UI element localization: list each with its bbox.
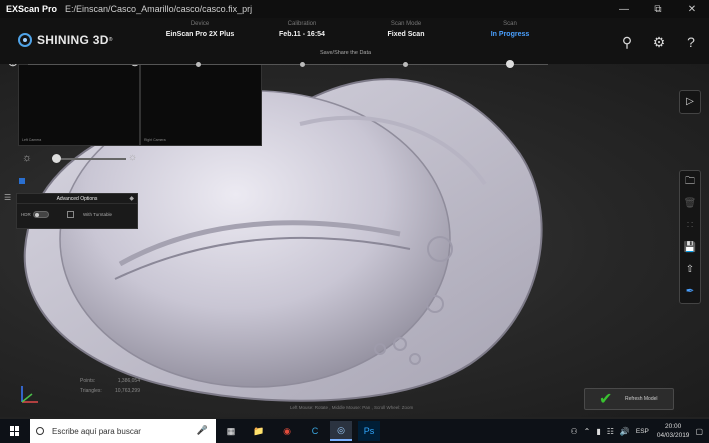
3d-viewport[interactable]: ⊕ Left Camera ⊕ Right Camera ☼ ☼ ☰ Advan… [0,64,709,417]
advanced-options-panel: Advanced Options ◆ HDR With Turntable [16,193,138,229]
mesh-stats: Points: 1,386,054 Triangles: 10,763,299 [80,378,140,398]
slider-track[interactable] [56,158,126,160]
status-value: EinScan Pro 2X Plus [165,31,235,38]
windows-logo-icon [10,426,20,436]
status-value: In Progress [490,31,530,38]
restore-icon[interactable]: ⧉ [641,0,675,18]
windows-taskbar: Escribe aquí para buscar 🎤 ▦ 📁 ◉ C ◎ Ps … [0,419,709,443]
hdr-label: HDR [21,212,31,217]
gear-icon[interactable]: ⚙ [649,34,669,51]
points-label: Points: [80,378,96,384]
scan-progress-strip: Save/Share the Data [0,50,709,74]
save-share-label: Save/Share the Data [320,50,372,56]
notifications-icon[interactable]: ▢ [695,427,703,436]
battery-icon[interactable]: ▮ [596,427,600,436]
minimize-icon[interactable]: — [607,0,641,18]
app-window: EXScan Pro E:/Einscan/Casco_Amarillo/cas… [0,0,709,443]
triangles-label: Triangles: [80,388,102,394]
refresh-model-label: Refresh Model [625,396,658,402]
search-placeholder: Escribe aquí para buscar [52,426,141,436]
play-icon[interactable]: ▷ [680,91,700,113]
network-icon[interactable]: ☷ [607,427,614,436]
status-label: Scan Mode [390,21,422,27]
chrome-icon[interactable]: ◉ [276,421,298,441]
turntable-label: With Turntable [83,212,113,217]
axis-gizmo-icon [21,386,38,403]
status-value: Fixed Scan [387,31,425,38]
sliders-icon[interactable]: ☰ [4,193,14,203]
status-scan-mode: Scan Mode Fixed Scan [356,21,456,38]
scatter-icon[interactable]: ∷ [680,215,700,237]
turntable-checkbox[interactable] [67,211,74,218]
status-device: Device EinScan Pro 2X Plus [150,21,250,38]
clock-date: 04/03/2019 [656,432,690,439]
progress-step[interactable] [300,62,305,67]
brightness-low-icon: ☼ [22,152,33,164]
brush-icon[interactable]: ✒ [680,281,700,303]
status-calibration: Calibration Feb.11 - 16:54 [252,21,352,38]
search-icon [36,427,44,435]
progress-step[interactable] [196,62,201,67]
check-icon: ✔ [599,391,613,408]
pin-icon[interactable]: ◆ [129,195,134,202]
status-label: Device [190,21,210,27]
save-icon[interactable]: 💾 [680,237,700,259]
brightness-slider[interactable]: ☼ ☼ [20,151,140,167]
camera-caption: Right Camera [144,138,166,142]
hdr-toggle[interactable] [33,211,49,218]
play-rail: ▷ [679,90,701,114]
photoshop-icon[interactable]: Ps [358,421,380,441]
help-icon[interactable]: ? [681,34,701,51]
refresh-model-button[interactable]: ✔ Refresh Model [584,388,674,410]
window-controls: — ⧉ ✕ [607,0,709,18]
exscan-taskbar-icon[interactable]: ◎ [330,421,352,441]
logo-registered: ® [108,37,113,43]
left-camera-preview[interactable]: ⊕ Left Camera [7,64,140,146]
texture-toggle[interactable] [19,178,25,184]
folder-icon[interactable]: 🗀 [680,171,700,193]
start-button[interactable] [0,419,30,443]
panel-title: Advanced Options [17,194,137,204]
brightness-high-icon: ☼ [128,152,138,163]
progress-step[interactable] [403,62,408,67]
status-value: Feb.11 - 16:54 [279,31,325,38]
header-actions: ⚲ ⚙ ? [617,34,701,51]
triangles-value: 10,763,299 [114,388,140,394]
progress-line [28,64,548,65]
app-c-icon[interactable]: C [304,421,326,441]
right-camera-preview[interactable]: ⊕ Right Camera [129,64,262,146]
status-label: Calibration [287,21,317,27]
title-bar: EXScan Pro E:/Einscan/Casco_Amarillo/cas… [0,0,709,18]
brand-logo: SHINING 3D ® [18,33,113,47]
microphone-icon[interactable]: 🎤 [197,425,208,436]
export-icon[interactable]: ⇧ [680,259,700,281]
status-scan: Scan In Progress [460,21,560,38]
system-tray: ⚇ ⌃ ▮ ☷ 🔊 ESP 20:00 04/03/2019 ▢ [570,419,709,443]
chevron-up-icon[interactable]: ⌃ [584,427,591,436]
progress-step-current[interactable] [506,60,514,68]
status-label: Scan [503,21,517,27]
clock[interactable]: 20:00 04/03/2019 [657,422,690,440]
language-indicator[interactable]: ESP [636,428,649,435]
tools-rail: 🗀 🗑 ∷ 💾 ⇧ ✒ [679,170,701,304]
clock-time: 20:00 [665,423,682,430]
logo-text: SHINING 3D [37,33,109,47]
user-icon[interactable]: ⚇ [570,427,577,436]
trash-icon[interactable]: 🗑 [680,193,700,215]
points-value: 1,386,054 [117,378,140,384]
task-view-icon[interactable]: ▦ [220,421,242,441]
taskbar-search[interactable]: Escribe aquí para buscar 🎤 [30,419,216,443]
logo-mark-icon [18,33,32,47]
mouse-hint: Left Mouse: Rotate , Middle Mouse: Pan ,… [290,405,414,410]
project-path: E:/Einscan/Casco_Amarillo/casco/casco.fi… [65,4,253,14]
file-explorer-icon[interactable]: 📁 [248,421,270,441]
share-icon[interactable]: ⚲ [617,34,637,51]
volume-icon[interactable]: 🔊 [620,427,630,436]
app-name: EXScan Pro [6,4,58,14]
close-icon[interactable]: ✕ [675,0,709,18]
camera-caption: Left Camera [22,138,42,142]
slider-handle[interactable] [52,154,61,163]
